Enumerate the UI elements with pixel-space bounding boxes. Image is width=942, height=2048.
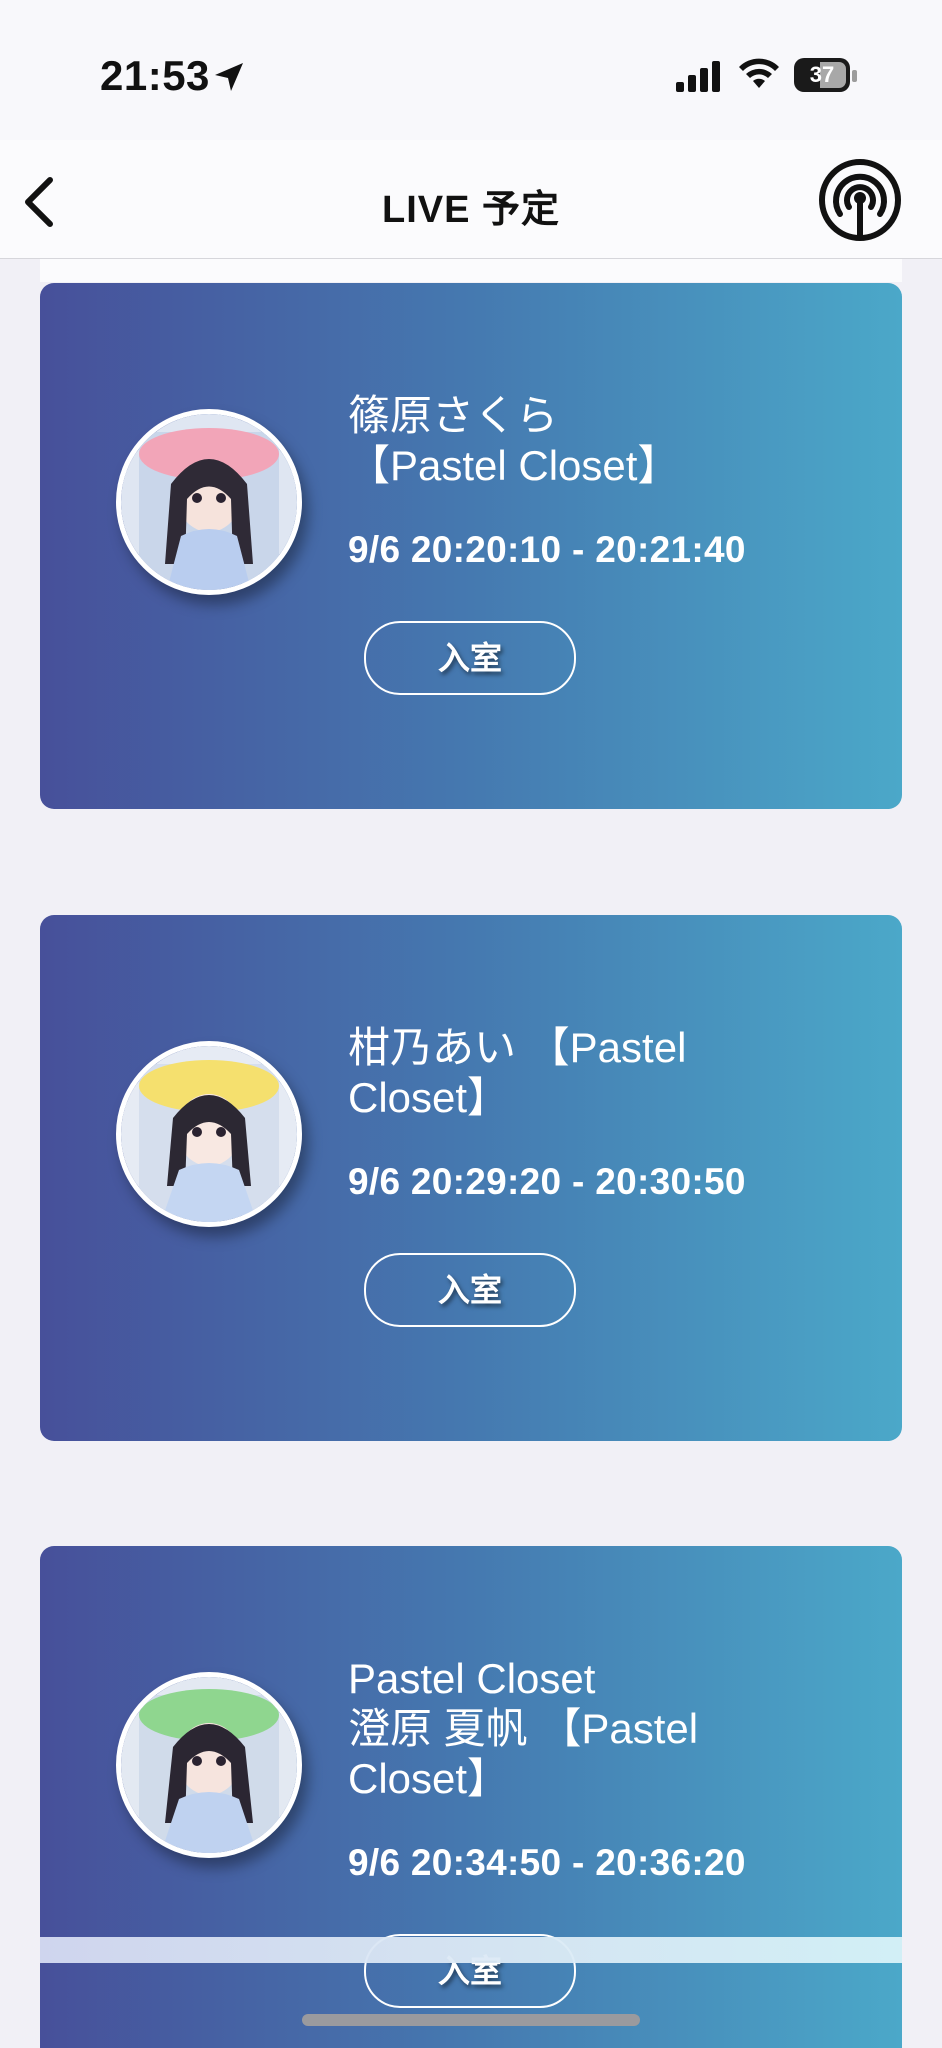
live-time-range: 9/6 20:34:50 - 20:36:20 (348, 1842, 746, 1883)
enter-room-button[interactable]: 入室 (364, 1253, 576, 1327)
battery-icon: 37 (794, 58, 858, 94)
battery-percent: 37 (809, 62, 835, 87)
live-time-range: 9/6 20:20:10 - 20:21:40 (348, 529, 746, 570)
enter-room-button[interactable]: 入室 (364, 621, 576, 695)
performer-name: 篠原さくら 【Pastel Closet】 (348, 392, 680, 489)
cellular-signal-icon (676, 61, 720, 92)
page-title: LIVE 予定 (381, 189, 561, 231)
live-card: 篠原さくら 【Pastel Closet】 9/6 20:20:10 - 20:… (40, 283, 902, 809)
live-broadcast-icon[interactable] (818, 158, 902, 242)
avatar-image (121, 1046, 297, 1222)
live-card: 柑乃あい 【Pastel Closet】 9/6 20:29:20 - 20:3… (40, 915, 902, 1441)
avatar-image (121, 1677, 297, 1853)
avatar[interactable] (116, 409, 302, 595)
location-arrow-icon (215, 63, 243, 91)
avatar-image (121, 414, 297, 590)
live-time-range: 9/6 20:29:20 - 20:30:50 (348, 1161, 746, 1202)
performer-name: 柑乃あい 【Pastel Closet】 (348, 1024, 687, 1121)
status-time: 21:53 (100, 52, 210, 99)
live-card: Pastel Closet 澄原 夏帆 【Pastel Closet】 9/6 … (40, 1546, 902, 2048)
avatar[interactable] (116, 1041, 302, 1227)
status-bar: 21:53 37 (0, 0, 942, 140)
performer-name: Pastel Closet 澄原 夏帆 【Pastel Closet】 (348, 1655, 699, 1802)
live-schedule-list[interactable]: 篠原さくら 【Pastel Closet】 9/6 20:20:10 - 20:… (0, 259, 942, 2048)
home-indicator[interactable] (302, 2014, 640, 2026)
avatar[interactable] (116, 1672, 302, 1858)
nav-bar: LIVE 予定 (0, 140, 942, 259)
wifi-icon (739, 58, 779, 88)
bottom-overlay (40, 1937, 902, 1963)
